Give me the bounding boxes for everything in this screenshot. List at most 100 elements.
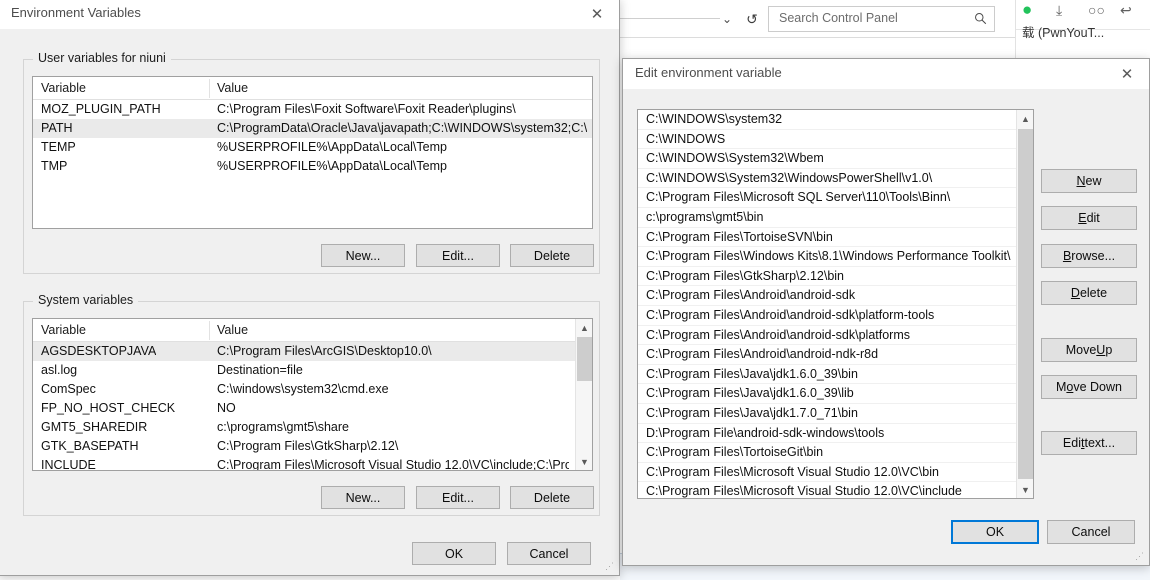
undo-arrow-icon[interactable]: ↩ <box>1120 2 1132 19</box>
system-listview-scrollbar[interactable]: ▲ ▼ <box>575 319 592 470</box>
status-dot-icon[interactable]: ● <box>1022 0 1032 20</box>
scroll-up-icon[interactable]: ▲ <box>576 319 592 336</box>
system-delete-button[interactable]: Delete <box>510 486 594 509</box>
table-row[interactable]: GMT5_SHAREDIR c:\programs\gmt5\share <box>33 418 592 437</box>
path-move-up-button[interactable]: Move Up <box>1041 338 1137 362</box>
system-edit-button[interactable]: Edit... <box>416 486 500 509</box>
list-item[interactable]: C:\Program Files\Java\jdk1.6.0_39\bin <box>638 365 1033 385</box>
variable-value-cell: %USERPROFILE%\AppData\Local\Temp <box>217 159 447 173</box>
system-variables-listview[interactable]: Variable Value AGSDESKTOPJAVA C:\Program … <box>32 318 593 471</box>
list-item[interactable]: c:\programs\gmt5\bin <box>638 208 1033 228</box>
edit-dialog-resize-grip[interactable]: ⋰ <box>1135 551 1145 562</box>
variable-value-cell: C:\Program Files\GtkSharp\2.12\ <box>217 439 399 453</box>
variable-name-cell: TEMP <box>41 140 76 154</box>
column-header-value[interactable]: Value <box>217 323 248 337</box>
table-row[interactable]: PATH C:\ProgramData\Oracle\Java\javapath;… <box>33 119 592 138</box>
path-text: C:\Program Files\TortoiseGit\bin <box>646 445 824 460</box>
system-listview-header: Variable Value <box>33 319 592 342</box>
list-item[interactable]: C:\Program Files\Android\android-sdk\pla… <box>638 306 1033 326</box>
list-item[interactable]: C:\WINDOWS <box>638 130 1033 150</box>
path-text: c:\programs\gmt5\bin <box>646 209 764 224</box>
list-item[interactable]: C:\Program Files\Microsoft SQL Server\11… <box>638 188 1033 208</box>
table-row[interactable]: ComSpec C:\windows\system32\cmd.exe <box>33 380 592 399</box>
path-edit-button[interactable]: Edit <box>1041 206 1137 230</box>
user-new-button[interactable]: New... <box>321 244 405 267</box>
list-item[interactable]: C:\Program Files\TortoiseSVN\bin <box>638 228 1033 248</box>
edit-dialog-titlebar[interactable]: Edit environment variable ✕ <box>623 59 1149 89</box>
table-row[interactable]: FP_NO_HOST_CHECK NO <box>33 399 592 418</box>
list-item[interactable]: C:\Program Files\TortoiseGit\bin <box>638 443 1033 463</box>
scrollbar-thumb[interactable] <box>577 337 592 381</box>
path-text: C:\Program Files\Java\jdk1.7.0_71\bin <box>646 405 858 420</box>
list-item[interactable]: C:\Program Files\Java\jdk1.7.0_71\bin <box>638 404 1033 424</box>
env-cancel-button[interactable]: Cancel <box>507 542 591 565</box>
user-variables-label: User variables for niuni <box>33 51 171 65</box>
close-icon[interactable]: ✕ <box>1105 59 1149 89</box>
user-edit-button[interactable]: Edit... <box>416 244 500 267</box>
search-input[interactable]: Search Control Panel <box>768 6 995 32</box>
user-variables-listview[interactable]: Variable Value MOZ_PLUGIN_PATH C:\Program… <box>32 76 593 229</box>
path-text: C:\Program Files\Microsoft Visual Studio… <box>646 464 939 479</box>
user-delete-button[interactable]: Delete <box>510 244 594 267</box>
table-row[interactable]: GTK_BASEPATH C:\Program Files\GtkSharp\2.… <box>33 437 592 456</box>
chevron-down-icon[interactable]: ⌄ <box>718 10 736 28</box>
list-item[interactable]: C:\WINDOWS\System32\Wbem <box>638 149 1033 169</box>
variable-value-cell: NO <box>217 401 236 415</box>
download-icon[interactable]: ⤓ <box>1056 2 1062 19</box>
table-row[interactable]: INCLUDE C:\Program Files\Microsoft Visual… <box>33 456 592 471</box>
table-row[interactable]: TMP %USERPROFILE%\AppData\Local\Temp <box>33 157 592 176</box>
env-dialog-titlebar[interactable]: Environment Variables ✕ <box>0 0 619 29</box>
path-browse-button[interactable]: Browse... <box>1041 244 1137 268</box>
env-ok-button[interactable]: OK <box>412 542 496 565</box>
path-text: C:\Program Files\Android\android-sdk\pla… <box>646 307 935 322</box>
path-text: C:\Program Files\GtkSharp\2.12\bin <box>646 268 844 283</box>
list-item[interactable]: C:\Program Files\Android\android-sdk <box>638 286 1033 306</box>
browser-tab-label[interactable]: 载 (PwnYouT... <box>1022 22 1104 41</box>
column-header-value[interactable]: Value <box>217 81 248 95</box>
variable-value-cell: C:\windows\system32\cmd.exe <box>217 382 389 396</box>
close-icon[interactable]: ✕ <box>575 0 619 29</box>
system-new-button[interactable]: New... <box>321 486 405 509</box>
table-row[interactable]: MOZ_PLUGIN_PATH C:\Program Files\Foxit So… <box>33 100 592 119</box>
column-header-variable[interactable]: Variable <box>41 323 86 337</box>
list-item[interactable]: C:\Program Files\GtkSharp\2.12\bin <box>638 267 1033 287</box>
list-item[interactable]: C:\Program Files\Android\android-sdk\pla… <box>638 326 1033 346</box>
variable-value-cell: %USERPROFILE%\AppData\Local\Temp <box>217 140 447 154</box>
list-item[interactable]: C:\WINDOWS\System32\WindowsPowerShell\v1… <box>638 169 1033 189</box>
table-row[interactable]: AGSDESKTOPJAVA C:\Program Files\ArcGIS\De… <box>33 342 592 361</box>
variable-value-cell: C:\Program Files\Microsoft Visual Studio… <box>217 458 569 471</box>
list-item[interactable]: C:\Program Files\Java\jdk1.6.0_39\lib <box>638 384 1033 404</box>
path-text: C:\Program Files\TortoiseSVN\bin <box>646 229 833 244</box>
env-dialog-resize-grip[interactable]: ⋰ <box>605 561 615 572</box>
list-item[interactable]: C:\Program Files\Windows Kits\8.1\Window… <box>638 247 1033 267</box>
scrollbar-thumb[interactable] <box>1018 129 1033 479</box>
path-move-down-button[interactable]: Mo ve Down <box>1041 375 1137 399</box>
list-item[interactable]: C:\Program Files\Microsoft Visual Studio… <box>638 463 1033 483</box>
table-row[interactable]: TEMP %USERPROFILE%\AppData\Local\Temp <box>33 138 592 157</box>
path-edit-text-button[interactable]: Edi t text... <box>1041 431 1137 455</box>
column-divider[interactable] <box>209 321 210 340</box>
column-divider[interactable] <box>209 79 210 98</box>
path-list-scrollbar[interactable]: ▲ ▼ <box>1016 110 1033 498</box>
refresh-icon[interactable]: ↺ <box>742 9 762 29</box>
path-delete-button[interactable]: Delete <box>1041 281 1137 305</box>
list-item[interactable]: D:\Program File\android-sdk-windows\tool… <box>638 424 1033 444</box>
edit-ok-button[interactable]: OK <box>951 520 1039 544</box>
search-placeholder: Search Control Panel <box>779 11 898 25</box>
environment-variables-dialog: Environment Variables ✕ User variables f… <box>0 0 620 576</box>
scroll-down-icon[interactable]: ▼ <box>576 453 592 470</box>
path-entries-listbox[interactable]: C:\WINDOWS\system32 C:\WINDOWS C:\WINDOWS\… <box>637 109 1034 499</box>
list-item[interactable]: C:\WINDOWS\system32 <box>638 110 1033 130</box>
list-item[interactable]: C:\Program Files\Microsoft Visual Studio… <box>638 482 1033 498</box>
path-new-button[interactable]: New <box>1041 169 1137 193</box>
scroll-down-icon[interactable]: ▼ <box>1017 481 1033 498</box>
list-item[interactable]: C:\Program Files\Android\android-ndk-r8d <box>638 345 1033 365</box>
path-text: C:\WINDOWS <box>646 131 726 146</box>
variable-name-cell: GTK_BASEPATH <box>41 439 139 453</box>
user-variables-rows: MOZ_PLUGIN_PATH C:\Program Files\Foxit So… <box>33 100 592 176</box>
edit-cancel-button[interactable]: Cancel <box>1047 520 1135 544</box>
glasses-icon[interactable]: ○○ <box>1088 2 1105 18</box>
scroll-up-icon[interactable]: ▲ <box>1017 110 1033 127</box>
column-header-variable[interactable]: Variable <box>41 81 86 95</box>
table-row[interactable]: asl.log Destination=file <box>33 361 592 380</box>
